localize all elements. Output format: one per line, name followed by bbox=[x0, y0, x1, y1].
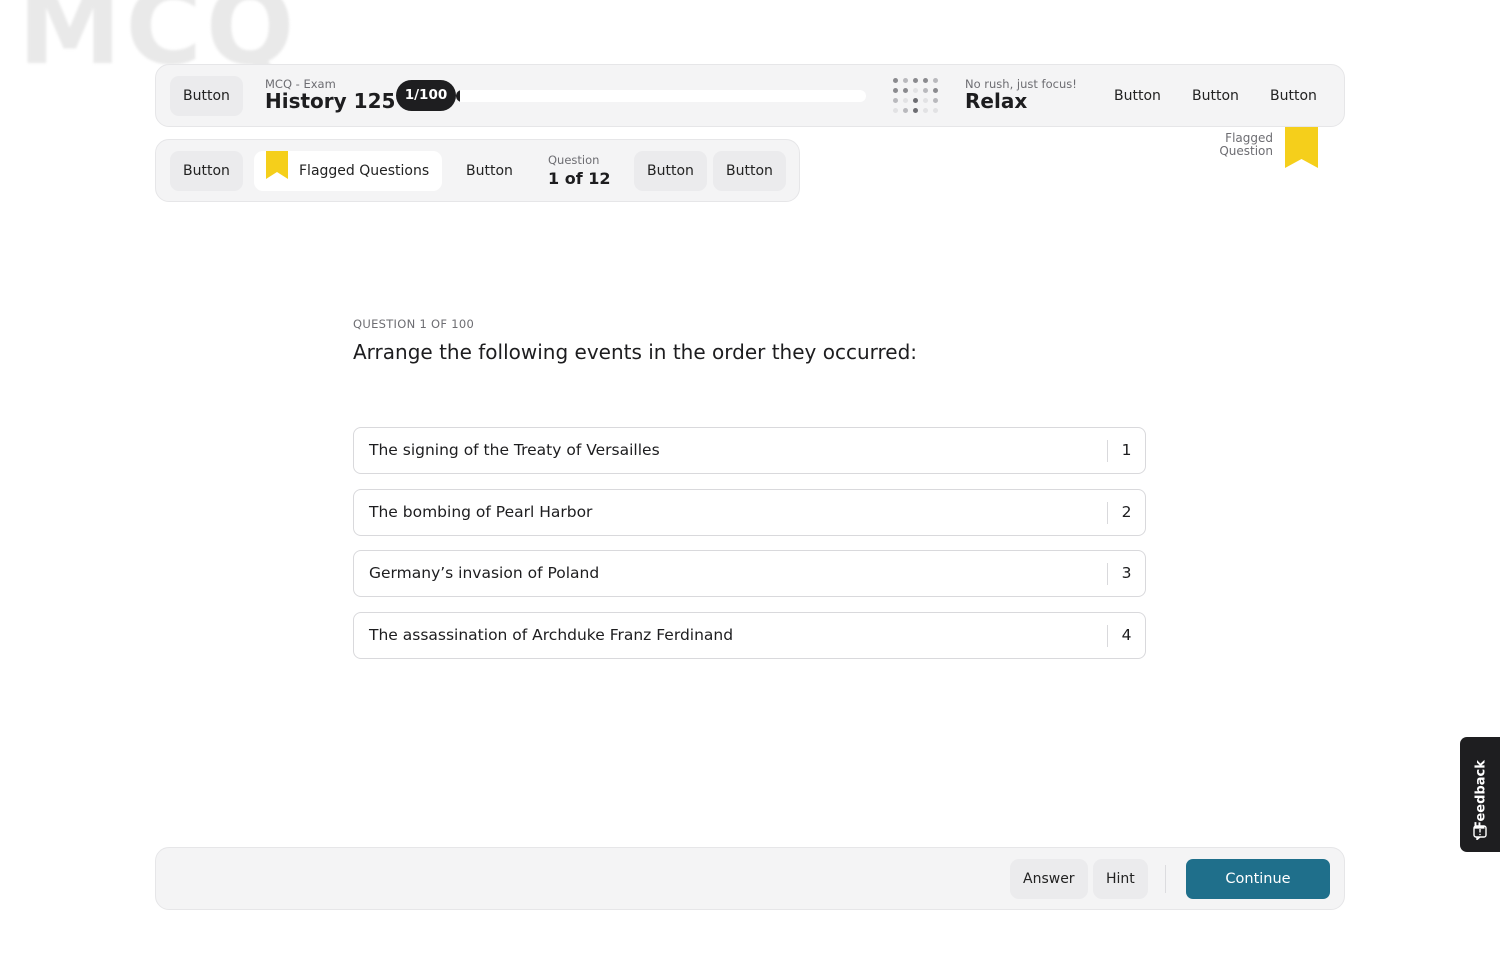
dot-matrix-icon bbox=[891, 77, 941, 115]
question-text: Arrange the following events in the orde… bbox=[353, 340, 918, 364]
option-text: The assassination of Archduke Franz Ferd… bbox=[369, 626, 734, 644]
nav-right-button-2[interactable]: Button bbox=[713, 151, 786, 191]
ordering-option[interactable]: The signing of the Treaty of Versailles … bbox=[353, 427, 1146, 474]
exam-title: History 125 bbox=[265, 89, 396, 113]
ordering-option[interactable]: The bombing of Pearl Harbor 2 bbox=[353, 489, 1146, 536]
option-order-number: 2 bbox=[1121, 503, 1132, 521]
nav-mid-button[interactable]: Button bbox=[466, 151, 513, 191]
flagged-question-legend-label: Flagged Question bbox=[1219, 131, 1273, 158]
footer-divider bbox=[1165, 865, 1166, 893]
question-nav-bar: Button Flagged Questions Button Question… bbox=[155, 139, 800, 202]
mood-title: Relax bbox=[965, 89, 1028, 113]
feedback-chat-icon bbox=[1473, 825, 1487, 840]
option-text: Germany’s invasion of Poland bbox=[369, 564, 600, 582]
header-right-button-1[interactable]: Button bbox=[1114, 76, 1161, 116]
header-left-button[interactable]: Button bbox=[170, 76, 243, 116]
question-position-value: 1 of 12 bbox=[548, 169, 611, 188]
feedback-label: Feedback bbox=[1473, 760, 1489, 830]
ordering-option[interactable]: Germany’s invasion of Poland 3 bbox=[353, 550, 1146, 597]
hint-button[interactable]: Hint bbox=[1093, 859, 1148, 899]
option-order-number: 4 bbox=[1121, 626, 1132, 644]
option-text: The signing of the Treaty of Versailles bbox=[369, 441, 660, 459]
header-right-button-2[interactable]: Button bbox=[1192, 76, 1239, 116]
option-text: The bombing of Pearl Harbor bbox=[369, 503, 593, 521]
nav-right-button-1[interactable]: Button bbox=[634, 151, 707, 191]
question-eyebrow: QUESTION 1 OF 100 bbox=[353, 317, 475, 331]
exam-header-bar: Button MCQ - Exam History 125 1/100 No r… bbox=[155, 64, 1345, 127]
question-footer-bar: Answer Hint Continue bbox=[155, 847, 1345, 910]
answer-button[interactable]: Answer bbox=[1010, 859, 1088, 899]
question-counter-pill: 1/100 bbox=[396, 80, 456, 111]
nav-left-button[interactable]: Button bbox=[170, 151, 243, 191]
continue-button[interactable]: Continue bbox=[1186, 859, 1330, 899]
header-right-button-3[interactable]: Button bbox=[1270, 76, 1317, 116]
ordering-option[interactable]: The assassination of Archduke Franz Ferd… bbox=[353, 612, 1146, 659]
flagged-questions-label: Flagged Questions bbox=[299, 163, 430, 179]
bookmark-flag-icon bbox=[266, 151, 288, 179]
exam-progress-fill bbox=[456, 90, 461, 102]
feedback-tab[interactable]: Feedback bbox=[1460, 737, 1500, 852]
option-order-number: 3 bbox=[1121, 564, 1132, 582]
question-position-caption: Question bbox=[548, 153, 600, 167]
option-order-number: 1 bbox=[1121, 441, 1132, 459]
exam-progress-bar bbox=[456, 90, 866, 102]
bookmark-flag-icon[interactable] bbox=[1285, 127, 1318, 168]
flagged-questions-button[interactable]: Flagged Questions bbox=[254, 151, 442, 191]
